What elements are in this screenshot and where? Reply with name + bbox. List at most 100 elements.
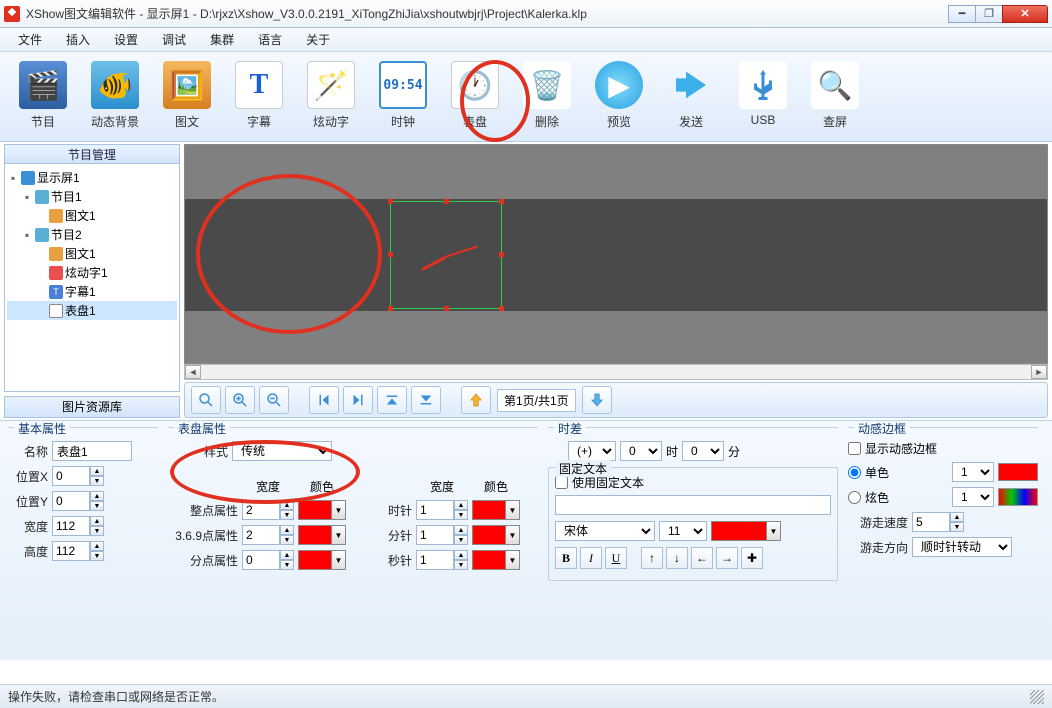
fancy-gradient-swatch[interactable] bbox=[998, 488, 1038, 506]
bold-button[interactable]: B bbox=[555, 547, 577, 569]
quarter-color[interactable]: ▼ bbox=[298, 525, 346, 545]
tool-clock[interactable]: 09:54时钟 bbox=[368, 56, 438, 141]
minute-width-spinner[interactable]: ▲▼ bbox=[242, 550, 294, 570]
tool-dynbg[interactable]: 🐠动态背景 bbox=[80, 56, 150, 141]
tree-fancy1[interactable]: 炫动字1 bbox=[7, 263, 177, 282]
sechand-width-spinner[interactable]: ▲▼ bbox=[416, 550, 468, 570]
fontsize-select[interactable]: 11 bbox=[659, 521, 707, 541]
underline-button[interactable]: U bbox=[605, 547, 627, 569]
scroll-track[interactable] bbox=[201, 365, 1031, 379]
quarter-width-spinner[interactable]: ▲▼ bbox=[242, 525, 294, 545]
first-page-button[interactable] bbox=[309, 386, 339, 414]
tool-subtitle[interactable]: T字幕 bbox=[224, 56, 294, 141]
resource-library-button[interactable]: 图片资源库 bbox=[4, 396, 180, 418]
dial-object[interactable] bbox=[390, 201, 502, 309]
zoom-in-button[interactable] bbox=[225, 386, 255, 414]
tree-pic1b[interactable]: 图文1 bbox=[7, 244, 177, 263]
arrow-send-icon bbox=[667, 61, 715, 109]
align-up-button[interactable]: ↑ bbox=[641, 547, 663, 569]
font-select[interactable]: 宋体 bbox=[555, 521, 655, 541]
tree-dial1[interactable]: 表盘1 bbox=[7, 301, 177, 320]
align-left-button[interactable]: ← bbox=[691, 547, 713, 569]
tool-usb[interactable]: USB bbox=[728, 56, 798, 141]
canvas-area: ◄ ► 第1页/共1页 bbox=[184, 144, 1048, 418]
properties-panel: 基本属性 名称 位置X▲▼ 位置Y▲▼ 宽度▲▼ 高度▲▼ 表盘属性 样式传统 … bbox=[0, 420, 1052, 660]
border-title: 动感边框 bbox=[854, 420, 910, 437]
hourhand-color[interactable]: ▼ bbox=[472, 500, 520, 520]
tool-delete[interactable]: 🗑️删除 bbox=[512, 56, 582, 141]
minute-color[interactable]: ▼ bbox=[298, 550, 346, 570]
tool-program[interactable]: 🎬节目 bbox=[8, 56, 78, 141]
font-color[interactable]: ▼ bbox=[711, 521, 781, 541]
hour-width-spinner[interactable]: ▲▼ bbox=[242, 500, 294, 520]
program-tree[interactable]: ▪显示屏1 ▪节目1 图文1 ▪节目2 图文1 炫动字1 T字幕1 表盘1 bbox=[4, 164, 180, 392]
close-button[interactable]: ✕ bbox=[1002, 5, 1048, 23]
speed-spinner[interactable]: ▲▼ bbox=[912, 512, 964, 532]
canvas-hscroll[interactable]: ◄ ► bbox=[184, 364, 1048, 380]
minhand-width-spinner[interactable]: ▲▼ bbox=[416, 525, 468, 545]
tool-preview[interactable]: ▶预览 bbox=[584, 56, 654, 141]
posy-spinner[interactable]: ▲▼ bbox=[52, 491, 104, 511]
tree-sub1[interactable]: T字幕1 bbox=[7, 282, 177, 301]
align-down-button[interactable]: ↓ bbox=[666, 547, 688, 569]
width-spinner[interactable]: ▲▼ bbox=[52, 516, 104, 536]
fancy-color-radio[interactable] bbox=[848, 491, 861, 504]
maximize-button[interactable]: ❐ bbox=[975, 5, 1003, 23]
direction-select[interactable]: 顺时针转动 bbox=[912, 537, 1012, 557]
posx-spinner[interactable]: ▲▼ bbox=[52, 466, 104, 486]
hour-color[interactable]: ▼ bbox=[298, 500, 346, 520]
sechand-color[interactable]: ▼ bbox=[472, 550, 520, 570]
menu-about[interactable]: 关于 bbox=[294, 31, 342, 48]
tool-pictext[interactable]: 🖼️图文 bbox=[152, 56, 222, 141]
timediff-mode[interactable]: (+) bbox=[568, 441, 616, 461]
window-buttons: ━ ❐ ✕ bbox=[949, 5, 1048, 23]
canvas[interactable] bbox=[184, 144, 1048, 364]
tool-screen[interactable]: 🔍查屏 bbox=[800, 56, 870, 141]
minhand-color[interactable]: ▼ bbox=[472, 525, 520, 545]
tree-pic1[interactable]: 图文1 bbox=[7, 206, 177, 225]
use-fixed-checkbox[interactable] bbox=[555, 476, 568, 489]
tool-fancytext[interactable]: 🪄炫动字 bbox=[296, 56, 366, 141]
titlebar: XShow图文编辑软件 - 显示屏1 - D:\rjxz\Xshow_V3.0.… bbox=[0, 0, 1052, 28]
zoom-reset-button[interactable] bbox=[191, 386, 221, 414]
single-width[interactable]: 1 bbox=[952, 462, 994, 482]
group-basic: 基本属性 名称 位置X▲▼ 位置Y▲▼ 宽度▲▼ 高度▲▼ bbox=[8, 427, 158, 656]
timediff-hours[interactable]: 0 bbox=[620, 441, 662, 461]
tree-prog2[interactable]: ▪节目2 bbox=[7, 225, 177, 244]
page-up-button[interactable] bbox=[461, 386, 491, 414]
tree-prog1[interactable]: ▪节目1 bbox=[7, 187, 177, 206]
zoom-out-button[interactable] bbox=[259, 386, 289, 414]
style-select[interactable]: 传统 bbox=[232, 441, 332, 461]
scroll-left-button[interactable]: ◄ bbox=[185, 365, 201, 379]
show-border-checkbox[interactable] bbox=[848, 442, 861, 455]
minimize-button[interactable]: ━ bbox=[948, 5, 976, 23]
italic-button[interactable]: I bbox=[580, 547, 602, 569]
wand-icon: 🪄 bbox=[307, 61, 355, 109]
image-icon: 🖼️ bbox=[163, 61, 211, 109]
page-down-button[interactable] bbox=[582, 386, 612, 414]
name-input[interactable] bbox=[52, 441, 132, 461]
scroll-right-button[interactable]: ► bbox=[1031, 365, 1047, 379]
align-center-button[interactable]: ✚ bbox=[741, 547, 763, 569]
hourhand-width-spinner[interactable]: ▲▼ bbox=[416, 500, 468, 520]
page-bottom-button[interactable] bbox=[411, 386, 441, 414]
fixed-text-input[interactable] bbox=[555, 495, 831, 515]
last-page-button[interactable] bbox=[343, 386, 373, 414]
height-spinner[interactable]: ▲▼ bbox=[52, 541, 104, 561]
single-color-swatch[interactable] bbox=[998, 463, 1038, 481]
tree-screen1[interactable]: ▪显示屏1 bbox=[7, 168, 177, 187]
menu-cluster[interactable]: 集群 bbox=[198, 31, 246, 48]
menu-file[interactable]: 文件 bbox=[6, 31, 54, 48]
timediff-mins[interactable]: 0 bbox=[682, 441, 724, 461]
tool-send[interactable]: 发送 bbox=[656, 56, 726, 141]
menu-settings[interactable]: 设置 bbox=[102, 31, 150, 48]
resize-grip[interactable] bbox=[1030, 690, 1044, 704]
fancy-width[interactable]: 1 bbox=[952, 487, 994, 507]
menu-debug[interactable]: 调试 bbox=[150, 31, 198, 48]
align-right-button[interactable]: → bbox=[716, 547, 738, 569]
page-top-button[interactable] bbox=[377, 386, 407, 414]
menu-insert[interactable]: 插入 bbox=[54, 31, 102, 48]
single-color-radio[interactable] bbox=[848, 466, 861, 479]
tool-dial[interactable]: 🕐表盘 bbox=[440, 56, 510, 141]
menu-language[interactable]: 语言 bbox=[246, 31, 294, 48]
